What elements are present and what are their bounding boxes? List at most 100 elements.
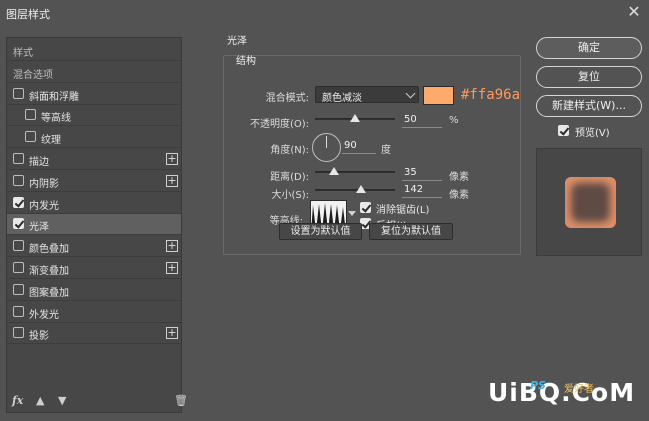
fx-icon[interactable]: fx — [12, 394, 23, 407]
opacity-slider-thumb[interactable] — [350, 114, 360, 122]
section-title: 光泽 — [227, 36, 247, 47]
reset-default-button[interactable]: 复位为默认值 — [369, 223, 453, 240]
close-icon[interactable]: ✕ — [625, 3, 643, 21]
blend-mode-select[interactable]: 颜色减淡 — [315, 86, 419, 104]
watermark-logo: UiBQ.CoM — [488, 378, 636, 407]
color-swatch[interactable] — [423, 86, 454, 105]
style-item[interactable]: 图案叠加 — [7, 280, 181, 301]
styles-list: 样式混合选项斜面和浮雕等高线纹理描边 + 内阴影 + 内发光光泽颜色叠加 + 渐变叠加 + 图案… — [6, 37, 182, 413]
angle-label: 角度(N): — [270, 145, 309, 156]
preview-checkbox[interactable]: 预览(V) — [558, 124, 610, 139]
style-item[interactable]: 内发光 — [7, 193, 181, 214]
style-item-checkbox[interactable] — [13, 283, 24, 295]
distance-label: 距离(D): — [270, 172, 309, 183]
style-item-checkbox[interactable] — [13, 218, 24, 230]
distance-slider-thumb[interactable] — [329, 167, 340, 175]
blend-mode-value: 颜色减淡 — [322, 93, 362, 104]
title-bar: 图层样式 ✕ — [0, 0, 649, 26]
style-item[interactable]: 投影 + — [7, 323, 181, 345]
add-effect-icon[interactable]: + — [166, 174, 178, 187]
style-item-label: 内发光 — [29, 200, 59, 212]
style-item-checkbox[interactable] — [25, 131, 36, 143]
style-item-label: 图案叠加 — [29, 287, 69, 299]
distance-unit: 像素 — [449, 172, 469, 183]
angle-unit: 度 — [381, 145, 391, 156]
anti-alias-checkbox[interactable]: 消除锯齿(L) — [360, 201, 430, 216]
opacity-label: 不透明度(O): — [249, 119, 309, 130]
style-item-checkbox[interactable] — [13, 196, 24, 208]
contour-dropdown-icon[interactable] — [348, 211, 356, 216]
style-item-checkbox[interactable] — [13, 87, 24, 99]
ok-button[interactable]: 确定 — [536, 37, 642, 59]
anti-alias-label: 消除锯齿(L) — [376, 205, 430, 216]
preview-check-icon[interactable] — [558, 125, 569, 136]
preview-thumbnail — [565, 177, 616, 228]
move-down-icon[interactable]: ▼ — [58, 394, 66, 407]
style-item[interactable]: 颜色叠加 + — [7, 236, 181, 258]
style-item-label: 等高线 — [41, 113, 71, 125]
distance-input[interactable]: 35 — [402, 166, 442, 181]
move-up-icon[interactable]: ▲ — [36, 394, 44, 407]
reset-button[interactable]: 复位 — [536, 66, 642, 88]
style-item-label: 光泽 — [29, 222, 49, 234]
style-item-checkbox[interactable] — [13, 240, 24, 252]
style-item-checkbox[interactable] — [13, 153, 24, 164]
blend-mode-label: 混合模式: — [265, 93, 309, 104]
style-item-label: 内阴影 — [29, 178, 59, 190]
trash-icon[interactable]: 🗑 — [174, 394, 188, 407]
distance-value: 35 — [404, 167, 417, 178]
watermark-ps: PS — [530, 379, 546, 392]
make-default-button[interactable]: 设置为默认值 — [279, 223, 362, 240]
style-item[interactable]: 渐变叠加 + — [7, 258, 181, 279]
angle-value: 90 — [344, 140, 357, 151]
style-item-checkbox[interactable] — [25, 109, 36, 121]
satin-panel: 光泽 结构 混合模式: 颜色减淡 #ffa96a 不透明度(O): 50 % 角… — [209, 36, 521, 413]
add-effect-icon[interactable]: + — [166, 153, 178, 165]
style-item[interactable]: 描边 + — [7, 149, 181, 170]
size-slider[interactable] — [315, 185, 395, 193]
style-item-checkbox[interactable] — [13, 174, 24, 186]
opacity-input[interactable]: 50 — [402, 113, 442, 128]
style-item[interactable]: 混合选项 — [7, 62, 181, 83]
add-effect-icon[interactable]: + — [166, 240, 178, 253]
color-hex: #ffa96a — [461, 87, 521, 103]
anti-alias-check-icon[interactable] — [360, 202, 371, 213]
style-item[interactable]: 等高线 — [7, 105, 181, 127]
style-item-label: 样式 — [13, 48, 33, 59]
style-item[interactable]: 内阴影 + — [7, 171, 181, 192]
style-item[interactable]: 纹理 — [7, 127, 181, 149]
distance-slider[interactable] — [315, 167, 395, 175]
size-slider-thumb[interactable] — [355, 185, 366, 193]
style-item[interactable]: 斜面和浮雕 — [7, 84, 181, 105]
add-effect-icon[interactable]: + — [166, 327, 178, 340]
style-item-checkbox[interactable] — [13, 327, 24, 339]
style-item-label: 混合选项 — [13, 69, 53, 81]
preview-label: 预览(V) — [575, 128, 610, 139]
size-unit: 像素 — [449, 190, 469, 201]
angle-input[interactable]: 90 — [342, 139, 376, 154]
add-effect-icon[interactable]: + — [166, 262, 178, 274]
chevron-down-icon — [405, 88, 416, 99]
style-item-label: 投影 — [29, 331, 49, 343]
style-item-label: 颜色叠加 — [29, 244, 69, 256]
size-label: 大小(S): — [271, 190, 309, 201]
size-value: 142 — [404, 184, 424, 195]
style-item[interactable]: 光泽 — [7, 214, 181, 236]
style-item[interactable]: 外发光 — [7, 302, 181, 323]
new-style-button[interactable]: 新建样式(W)... — [536, 95, 642, 117]
style-item-checkbox[interactable] — [13, 305, 24, 317]
style-item-checkbox[interactable] — [13, 262, 24, 273]
style-item-label: 描边 — [29, 157, 49, 168]
window-title: 图层样式 — [6, 8, 50, 21]
style-item-label: 渐变叠加 — [29, 266, 69, 277]
style-item-label: 外发光 — [29, 309, 59, 321]
opacity-value: 50 — [404, 114, 417, 125]
style-item-label: 斜面和浮雕 — [29, 91, 79, 103]
style-item[interactable]: 样式 — [7, 40, 181, 61]
styles-footer: fx ▲ ▼ 🗑 — [6, 388, 188, 413]
size-input[interactable]: 142 — [402, 183, 442, 198]
angle-dial[interactable] — [312, 133, 341, 162]
opacity-slider[interactable] — [315, 114, 395, 122]
watermark-site: 爱好者 — [564, 384, 594, 395]
group-title: 结构 — [236, 56, 256, 67]
